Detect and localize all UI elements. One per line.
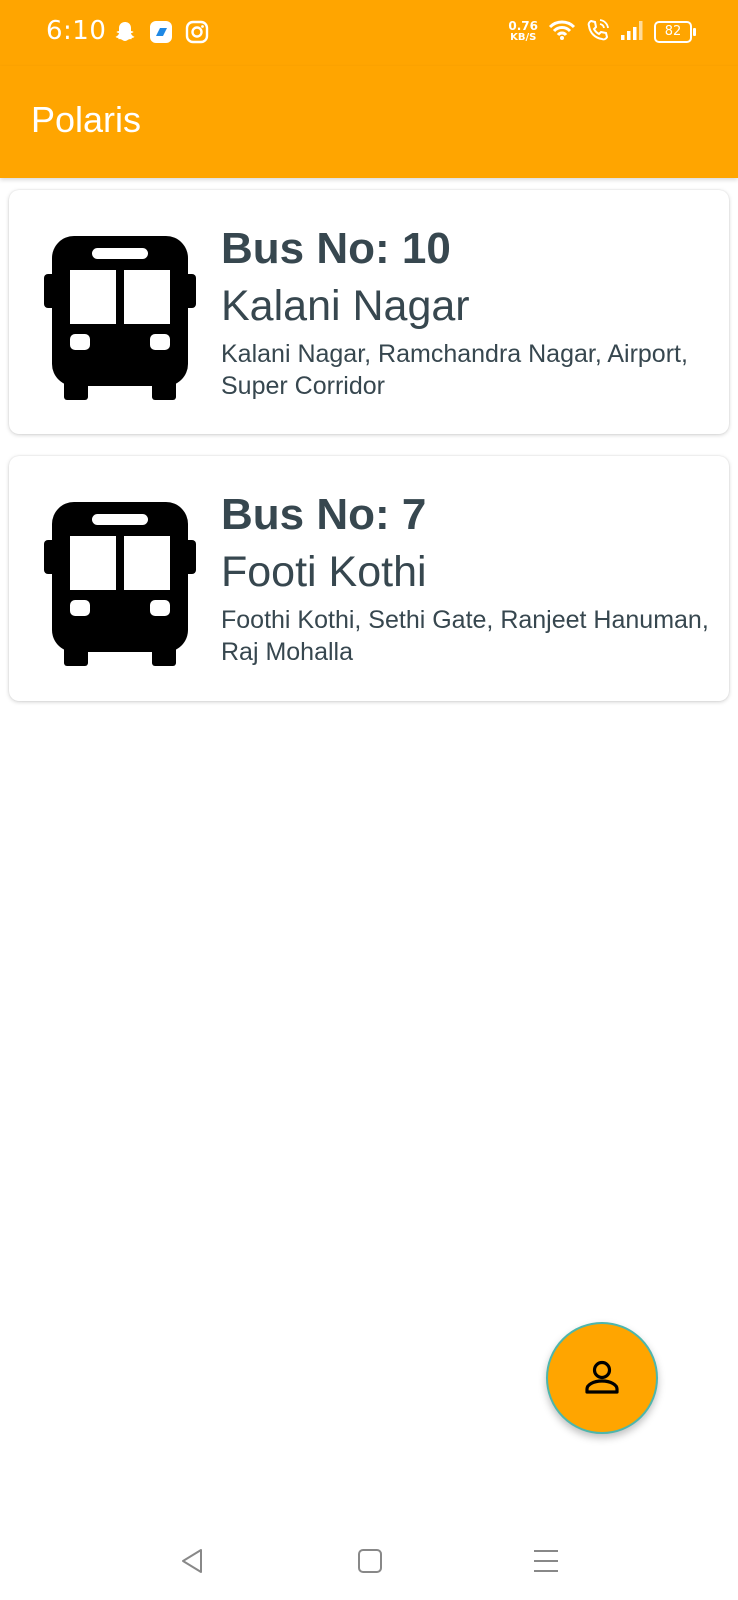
nav-bar xyxy=(0,1520,738,1600)
menu-icon[interactable] xyxy=(531,1546,561,1576)
signal-icon xyxy=(620,19,644,45)
bus-card[interactable]: Bus No: 10 Kalani Nagar Kalani Nagar, Ra… xyxy=(9,190,729,434)
bus-card[interactable]: Bus No: 7 Footi Kothi Foothi Kothi, Seth… xyxy=(9,456,729,701)
battery-icon: 82 xyxy=(654,21,696,43)
status-bar: 6:10 0.76 KB/S 82 xyxy=(0,0,738,66)
route-stops: Kalani Nagar, Ramchandra Nagar, Airport,… xyxy=(221,340,688,400)
person-icon xyxy=(585,1360,619,1394)
bus-info: Bus No: 7 Footi Kothi Foothi Kothi, Seth… xyxy=(221,490,709,668)
instagram-icon xyxy=(185,20,209,48)
wifi-icon xyxy=(548,19,576,45)
bus-number: Bus No: 10 xyxy=(221,224,451,273)
app-title: Polaris xyxy=(31,99,142,140)
system-icons: 0.76 KB/S 82 xyxy=(508,18,696,46)
profile-fab-button[interactable] xyxy=(546,1322,658,1434)
speed-unit: KB/S xyxy=(510,32,537,43)
app-bar: Polaris xyxy=(0,66,738,178)
bus-icon xyxy=(44,236,196,400)
route-name: Footi Kothi xyxy=(221,548,427,596)
back-icon[interactable] xyxy=(177,1546,207,1576)
bus-info: Bus No: 10 Kalani Nagar Kalani Nagar, Ra… xyxy=(221,224,709,402)
speed-value: 0.76 xyxy=(508,19,538,33)
network-speed: 0.76 KB/S xyxy=(508,20,538,44)
wifi-call-icon xyxy=(586,18,610,46)
route-stops: Foothi Kothi, Sethi Gate, Ranjeet Hanuma… xyxy=(221,606,709,666)
status-time: 6:10 xyxy=(46,16,107,46)
home-icon[interactable] xyxy=(355,1546,385,1576)
bus-number: Bus No: 7 xyxy=(221,490,427,539)
messenger-icon xyxy=(149,20,173,48)
route-name: Kalani Nagar xyxy=(221,282,470,330)
notification-icons xyxy=(113,20,209,48)
bus-icon xyxy=(44,502,196,666)
snapchat-icon xyxy=(113,20,137,48)
